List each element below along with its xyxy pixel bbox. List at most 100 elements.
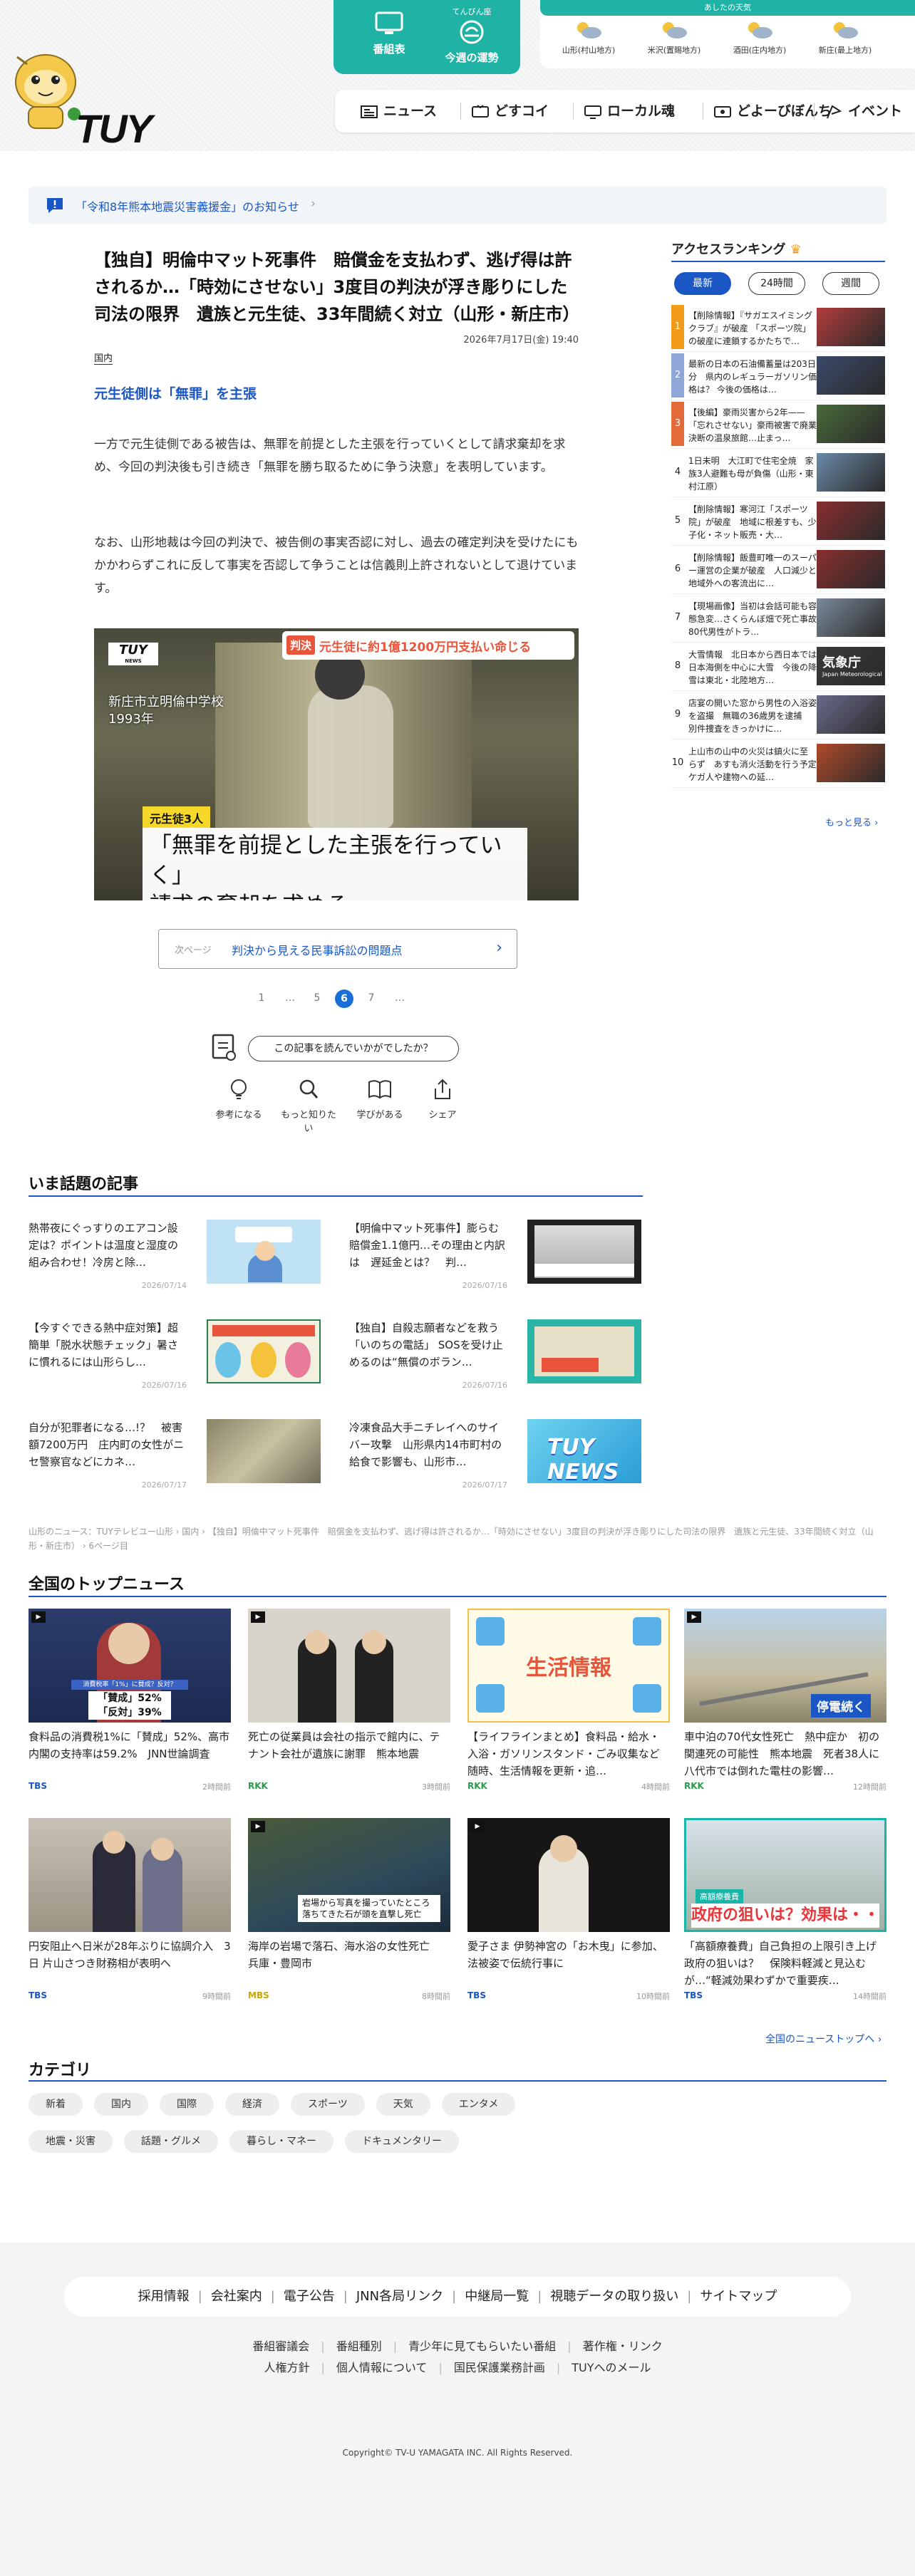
horoscope-button[interactable]: てんびん座 今週の運勢 [423,0,520,74]
national-news-item[interactable]: 円安阻止へ日米が28年ぶりに協調介入 3日 片山さつき財務相が表明へ TBS 9… [29,1818,231,2025]
hot-item[interactable]: 【今すぐできる熱中症対策】超簡単「脱水状態チェック」暑さに慣れるには山形らし… … [29,1319,325,1399]
hot-item[interactable]: 冷凍食品大手ニチレイへのサイバー攻撃 山形県内14市町村の給食で影響も、山形市…… [349,1419,646,1499]
channel-logo: TUY NEWS [108,643,158,665]
notice-banner[interactable]: 「令和8年熊本地震災害義援金」のお知らせ › [29,187,886,224]
footer-link[interactable]: 人権方針 [264,2361,310,2374]
national-news-item[interactable]: 岩場から写真を撮っていたところ 落ちてきた石が頭を直撃し死亡 ▶ 海岸の岩場で落… [248,1818,450,2025]
breadcrumb-category[interactable]: 国内 [182,1527,199,1537]
weather-area-yonezawa[interactable]: 米沢(置賜地方) [633,20,715,56]
footer-link[interactable]: 青少年に見てもらいたい番組 [408,2339,556,2353]
category-chip[interactable]: 地震・災害 [29,2130,113,2153]
category-chip[interactable]: 天気 [376,2093,430,2116]
footer-link[interactable]: 番組種別 [336,2339,382,2353]
nav-dosukoi[interactable]: どすコイ [472,90,549,133]
weather-area-sakata[interactable]: 酒田(庄内地方) [718,20,801,56]
category-chip[interactable]: エンタメ [441,2093,516,2116]
national-news-item[interactable]: 生活情報 【ライフラインまとめ】食料品・給水・入浴・ガソリンスタンド・ごみ収集な… [467,1609,670,1815]
nav-event[interactable]: イベント [825,90,902,133]
chevron-right-icon: › [311,197,316,211]
national-news-item[interactable]: 高額療養費 政府の狙いは？効果は・・ 「高額療養費」自己負担の上限引き上げ 政府… [684,1818,886,2025]
nav-local[interactable]: ローカル魂 [584,90,675,133]
nav-dosukoi-label: どすコイ [495,103,549,119]
footer-link[interactable]: 中継局一覧 [465,2289,529,2304]
ranking-item[interactable]: 9 店宴の開いた窓から男性の入浴姿を盗撮 無職の36歳男を逮捕 別件捜査をきっかけ… [671,692,885,739]
ranking-item[interactable]: 3 【後編】豪雨災害から2年——「忘れさせない」豪雨被害で廃業決断の温泉旅館…止ま… [671,402,885,449]
ranking-item[interactable]: 4 1日未明 大江町で住宅全焼 家族3人避難も母が負傷（山形・東村江原） [671,450,885,497]
sun-cloud-icon [748,22,772,38]
weather-area-shinjo[interactable]: 新庄(最上地方) [804,20,886,56]
share-label: シェア [428,1110,457,1121]
page-link[interactable]: 5 [306,992,328,1004]
ranking-tab-latest[interactable]: 最新 [674,272,731,295]
category-chip[interactable]: 新着 [29,2093,83,2116]
category-chip[interactable]: スポーツ [291,2093,365,2116]
news-thumbnail [248,1609,450,1723]
notice-text: 「令和8年熊本地震災害義援金」のお知らせ [76,200,299,214]
hot-item[interactable]: 【独自】自殺志願者などを救う「いのちの電話」 SOSを受け止めるのは“無償のボラ… [349,1319,646,1399]
nav-news[interactable]: ニュース [361,90,437,133]
ranking-more-link[interactable]: もっと見る › [825,815,878,829]
national-news-item[interactable]: 停電続く ▶ 車中泊の70代女性死亡 熱中症か 初の関連死の可能性 熊本地震 死… [684,1609,886,1815]
health-caption: 政府の狙いは？効果は・・ [691,1904,879,1928]
article-date: 2026年7月17日(金) 19:40 [463,335,579,346]
category-chip[interactable]: ドキュメンタリー [345,2130,459,2153]
category-chip[interactable]: 国際 [160,2093,214,2116]
ranking-item[interactable]: 1 【削除情報】『サガエスイミングクラブ』が破産 「スポーツ院」の破産に連鎖するか… [671,305,885,352]
footer-link[interactable]: 会社案内 [211,2289,262,2304]
footer-link[interactable]: サイトマップ [700,2289,777,2304]
article-category[interactable]: 国内 [94,350,113,365]
ranking-item[interactable]: 10 上山市の山中の火災は鎮火に至らず あすも消火活動を行う予定 ケガ人や建物への… [671,741,885,788]
share-button[interactable]: シェア [410,1079,475,1121]
breadcrumb-home[interactable]: 山形のニュース：TUYテレビユー山形 [29,1527,173,1537]
ranking-item[interactable]: 2 最新の日本の石油備蓄量は203日分 県内のレギュラーガソリン価格は？ 今後の価… [671,353,885,400]
category-chip[interactable]: 経済 [225,2093,279,2116]
ranking-item[interactable]: 6 【削除情報】飯豊町唯一のスーパー運営の企業が破産 人口減少と地域外への客流出に… [671,547,885,594]
feedback-helpful-button[interactable]: 参考になる [207,1079,271,1121]
page-link[interactable]: 1 [251,992,272,1004]
national-news-item[interactable]: ▶ 愛子さま 伊勢神宮の「お木曳」に参加、法被姿で伝統行事に TBS 10時間前 [467,1818,670,2025]
news-title: 「高額療養費」自己負担の上限引き上げ 政府の狙いは？ 保険料軽減と見込む が…“… [684,1940,886,1987]
page-current[interactable]: 6 [335,990,353,1008]
feedback-learn-button[interactable]: 学びがある [348,1079,412,1121]
weather-panel: あしたの天気 山形(村山地方) 米沢(置賜地方) 酒田(庄内地方) 新庄(最上地… [540,0,915,68]
breadcrumb-page: 6ページ目 [88,1541,128,1551]
category-chip[interactable]: 暮らし・マネー [229,2130,334,2153]
weather-area-yamagata[interactable]: 山形(村山地方) [547,20,630,56]
hot-item[interactable]: 【明倫中マット死事件】膨らむ賠償金1.1億円…その理由と内訳は 遅延金とは？ 判… [349,1220,646,1299]
ranking-item[interactable]: 5 【削除情報】寒河江「スポーツ院」が破産 地域に根差すも、少子化・ネット販売・大… [671,499,885,546]
footer-link[interactable]: TUYへのメール [572,2361,651,2374]
ranking-item[interactable]: 8 大雪情報 北日本から西日本では日本海側を中心に大雪 今後の降雪は東北・北陸地方… [671,644,885,691]
monitor-icon [375,11,403,34]
footer-link[interactable]: JNN各局リンク [356,2289,443,2304]
footer-link[interactable]: 視聴データの取り扱い [550,2289,678,2304]
ranking-item[interactable]: 7 【現場画像】当初は会話可能も容態急変…さくらんぼ畑で死亡事故 80代男性がトラ… [671,596,885,643]
hot-item-thumbnail: TUY NEWS [527,1419,641,1485]
category-chip[interactable]: 話題・グルメ [124,2130,218,2153]
page-link[interactable]: 7 [361,992,382,1004]
hot-item[interactable]: 自分が犯罪者になる…!？ 被害額7200万円 庄内町の女性がニセ警察官などにカネ… [29,1419,325,1499]
footer-link[interactable]: 個人情報について [336,2361,428,2374]
main-nav: ニュース どすコイ ローカル魂 どよーびぼんち イベント [335,90,915,133]
national-more-link[interactable]: 全国のニューストップへ › [765,2032,882,2046]
next-page-title: 判決から見える民事訴訟の問題点 [232,944,403,957]
ranking-tab-weekly[interactable]: 週間 [822,272,879,295]
ranking-tab-24h[interactable]: 24時間 [748,272,805,295]
footer-link[interactable]: 番組審議会 [252,2339,309,2353]
photo-caption-line1: 「無罪を前提とした主張を行っていく」 [150,833,502,888]
national-news-item[interactable]: ▶ 死亡の従業員は会社の指示で館内に、テナント会社が遺族に謝罪 熊本地震 RKK… [248,1609,450,1815]
hot-item[interactable]: 熱帯夜にぐっすりのエアコン設定は？ポイントは温度と湿度の組み合わせ！冷房と除… … [29,1220,325,1299]
photo-year: 1993年 [108,712,154,727]
footer-link[interactable]: 著作権・リンク [583,2339,663,2353]
ranking-thumbnail [817,598,885,637]
national-news-item[interactable]: 消費税率「1%」に賛成？反対？ 「賛成」52% 「反対」39% ▶ 食料品の消費… [29,1609,231,1815]
footer-link[interactable]: 採用情報 [138,2289,190,2304]
news-source: TBS [29,1990,47,2000]
feedback-learn-label: 学びがある [356,1110,403,1121]
footer-link[interactable]: 電子公告 [284,2289,335,2304]
next-page-button[interactable]: 次ページ 判決から見える民事訴訟の問題点 › [158,929,517,969]
national-section-title: 全国のトップニュース [29,1576,185,1594]
category-chip[interactable]: 国内 [94,2093,148,2116]
site-logo[interactable]: TUY [76,105,152,152]
feedback-more-button[interactable]: もっと知りたい [276,1079,341,1134]
footer-link[interactable]: 国民保護業務計画 [454,2361,545,2374]
